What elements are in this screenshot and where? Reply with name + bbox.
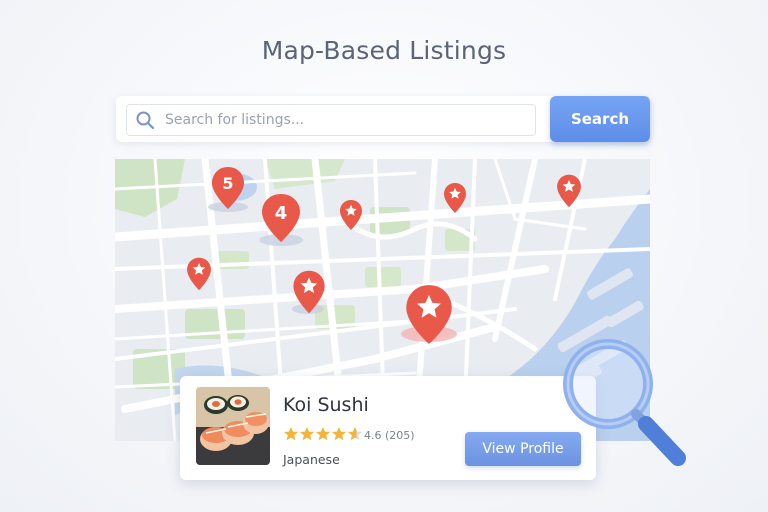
listing-card[interactable]: Koi Sushi 4.6 (205) Japanese View Profil…: [180, 376, 596, 480]
star-icon: [300, 427, 314, 441]
star-marker[interactable]: [186, 256, 212, 292]
cluster-marker-4[interactable]: 4: [260, 192, 302, 244]
star-marker[interactable]: [292, 269, 326, 315]
star-icon: [316, 427, 330, 441]
star-marker[interactable]: [443, 181, 467, 215]
star-icon: [284, 427, 298, 441]
cluster-count: 5: [222, 174, 233, 193]
cluster-count: 4: [275, 203, 288, 224]
rating-text: 4.6 (205): [364, 429, 415, 442]
magnifying-glass-icon: [563, 339, 686, 466]
page-title: Map-Based Listings: [261, 36, 507, 65]
star-marker[interactable]: [556, 173, 582, 209]
listing-category: Japanese: [283, 452, 340, 467]
search-button[interactable]: Search: [550, 96, 650, 142]
search-icon: [136, 111, 155, 130]
search-bar: Search: [116, 96, 650, 142]
park-area: [365, 267, 401, 287]
listing-name[interactable]: Koi Sushi: [283, 394, 369, 416]
star-icon: [332, 427, 346, 441]
listing-image: [196, 387, 270, 465]
star-icon: [348, 427, 362, 441]
rating-stars: [284, 427, 362, 441]
selected-star-marker[interactable]: [404, 283, 454, 345]
star-marker[interactable]: [339, 199, 363, 231]
cluster-marker-5[interactable]: 5: [210, 165, 246, 211]
search-field[interactable]: [126, 104, 536, 136]
search-input[interactable]: [163, 105, 527, 135]
